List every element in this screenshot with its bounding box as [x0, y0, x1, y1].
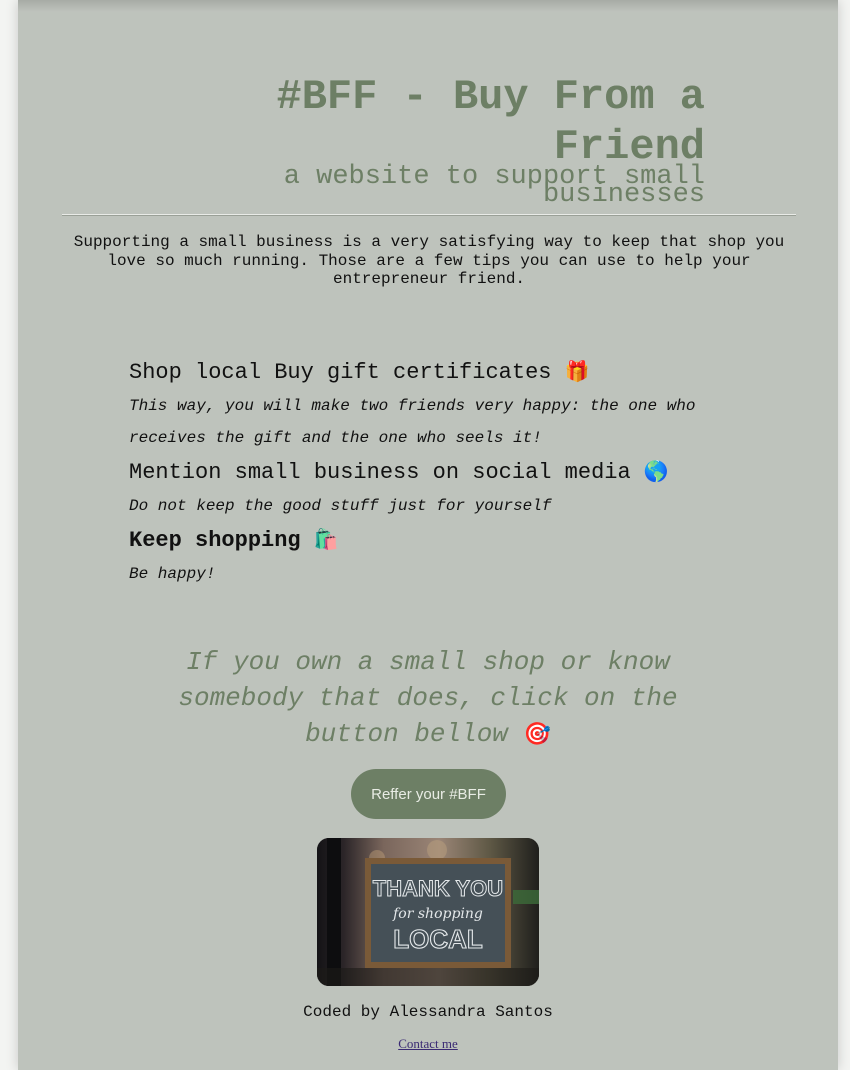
tip-title-text: Shop local Buy gift certificates	[129, 360, 552, 385]
target-icon: 🎯	[523, 722, 551, 747]
page-subtitle: a website to support small businesses	[283, 162, 705, 210]
globe-icon: 🌎	[643, 459, 669, 483]
page-container: #BFF - Buy From a Friend a website to su…	[18, 0, 838, 1070]
cta-text: If you own a small shop or know somebody…	[148, 644, 708, 753]
sign-line-thank-you: THANK YOU	[373, 876, 503, 901]
page-title: #BFF - Buy From a Friend	[276, 73, 705, 171]
tip-item: Shop local Buy gift certificates 🎁 This …	[129, 354, 749, 454]
tip-title: Mention small business on social media 🌎	[129, 454, 749, 490]
tip-description: Be happy!	[129, 565, 216, 583]
thank-you-photo: THANK YOU for shopping LOCAL	[317, 838, 539, 986]
tip-description: Do not keep the good stuff just for your…	[129, 497, 552, 515]
chalkboard-sign-image: THANK YOU for shopping LOCAL	[317, 838, 539, 986]
contact-link[interactable]: Contact me	[348, 1036, 508, 1052]
tip-title: Shop local Buy gift certificates 🎁	[129, 354, 749, 390]
intro-text: Supporting a small business is a very sa…	[73, 233, 785, 288]
gift-icon: 🎁	[564, 359, 590, 383]
tip-title-text: Mention small business on social media	[129, 460, 631, 485]
divider	[62, 214, 796, 216]
sign-line-for-shopping: for shopping	[392, 906, 483, 922]
tip-description: This way, you will make two friends very…	[129, 397, 696, 447]
cta-text-content: If you own a small shop or know somebody…	[178, 647, 678, 749]
tip-title-text: Keep shopping	[129, 528, 301, 553]
tip-item: Mention small business on social media 🌎…	[129, 454, 749, 522]
footer-credit: Coded by Alessandra Santos	[303, 1003, 553, 1021]
sign-line-local: LOCAL	[393, 924, 483, 954]
shopping-bags-icon: 🛍️	[313, 527, 339, 551]
tip-item: Keep shopping 🛍️ Be happy!	[129, 522, 749, 590]
tips-list: Shop local Buy gift certificates 🎁 This …	[129, 354, 749, 590]
refer-bff-button[interactable]: Reffer your #BFF	[351, 769, 506, 819]
tip-title: Keep shopping 🛍️	[129, 522, 749, 558]
